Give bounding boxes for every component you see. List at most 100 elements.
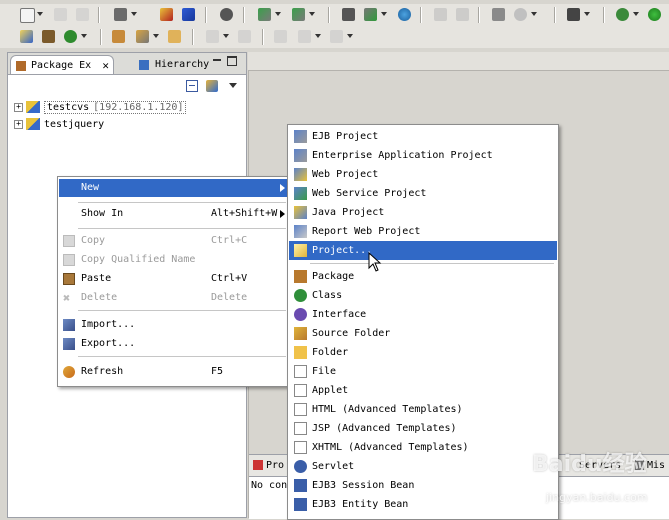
chevron-down-icon[interactable] (275, 12, 281, 16)
expand-icon[interactable]: + (14, 119, 23, 129)
menu-item-new[interactable]: New (59, 179, 289, 197)
submenu-item-ejb-project[interactable]: EJB Project (289, 127, 557, 146)
chevron-down-icon[interactable] (315, 34, 321, 38)
image-button[interactable] (512, 6, 529, 23)
menu-item-copy[interactable]: Copy Ctrl+C (59, 232, 289, 250)
chevron-down-icon[interactable] (131, 12, 137, 16)
cut-button[interactable] (432, 6, 449, 23)
submenu-item-java-project[interactable]: Java Project (289, 203, 557, 222)
file-icon (294, 365, 307, 378)
submenu-item-label: Web Service Project (312, 188, 427, 199)
project-tree: + testcvs [192.168.1.120] + testjquery (14, 99, 187, 133)
submenu-item-applet[interactable]: Applet (289, 381, 557, 400)
submenu-item-web-project[interactable]: Web Project (289, 165, 557, 184)
ejb-button[interactable] (158, 6, 175, 23)
expand-icon[interactable]: + (14, 102, 23, 112)
menu-item-paste[interactable]: Paste Ctrl+V (59, 270, 289, 288)
run-button[interactable] (646, 6, 663, 23)
save-button[interactable] (52, 6, 69, 23)
gear-debug-icon (616, 8, 629, 21)
menu-item-delete[interactable]: ✖ Delete Delete (59, 289, 289, 307)
project-name: testjquery (44, 119, 105, 130)
chevron-down-icon[interactable] (37, 12, 43, 16)
menu-item-copy-qualified-name[interactable]: Copy Qualified Name (59, 251, 289, 269)
tab-hierarchy[interactable]: Hierarchy (135, 55, 209, 74)
debug-button[interactable] (614, 6, 631, 23)
deploy-run-button[interactable] (362, 6, 379, 23)
submenu-item-package[interactable]: Package (289, 267, 557, 286)
package-button[interactable] (40, 28, 57, 45)
java-project-icon (294, 206, 307, 219)
submenu-item-html[interactable]: HTML (Advanced Templates) (289, 400, 557, 419)
submenu-item-ejb3-entity-bean[interactable]: EJB3 Entity Bean (289, 495, 557, 514)
submenu-item-xhtml[interactable]: XHTML (Advanced Templates) (289, 438, 557, 457)
pencil-button[interactable] (256, 6, 273, 23)
minimize-icon[interactable] (213, 59, 221, 61)
submenu-item-servlet[interactable]: Servlet (289, 457, 557, 476)
chevron-down-icon[interactable] (153, 34, 159, 38)
submenu-item-source-folder[interactable]: Source Folder (289, 324, 557, 343)
chevron-down-icon[interactable] (223, 34, 229, 38)
camera-button[interactable] (565, 6, 582, 23)
main-toolbar (0, 4, 669, 26)
collapse-all-icon[interactable] (186, 80, 198, 94)
submenu-item-class[interactable]: Class (289, 286, 557, 305)
chevron-down-icon[interactable] (633, 12, 639, 16)
nav-down-button[interactable] (204, 28, 221, 45)
refresh-run-button[interactable] (62, 28, 79, 45)
submenu-item-label: Project... (312, 245, 373, 256)
view-menu-icon[interactable] (229, 83, 237, 97)
chevron-down-icon[interactable] (381, 12, 387, 16)
chevron-down-icon[interactable] (531, 12, 537, 16)
chevron-down-icon[interactable] (584, 12, 590, 16)
properties-button[interactable] (490, 6, 507, 23)
edit-button[interactable] (134, 28, 151, 45)
chevron-down-icon[interactable] (309, 12, 315, 16)
deploy-button[interactable] (180, 6, 197, 23)
tab-label: Pro (266, 460, 285, 471)
submenu-item-web-service-project[interactable]: Web Service Project (289, 184, 557, 203)
link-editor-icon[interactable] (206, 80, 218, 94)
chevron-down-icon[interactable] (81, 34, 87, 38)
submenu-item-folder[interactable]: Folder (289, 343, 557, 362)
save-all-button[interactable] (74, 6, 91, 23)
menu-separator (310, 263, 554, 264)
back-button[interactable] (296, 28, 313, 45)
history-button[interactable] (272, 28, 289, 45)
applet-icon (294, 384, 307, 397)
tree-item-project[interactable]: + testjquery (14, 116, 186, 133)
browser-button[interactable] (396, 6, 413, 23)
submenu-item-ejb3-session-bean[interactable]: EJB3 Session Bean (289, 476, 557, 495)
folder-open-button[interactable] (166, 28, 183, 45)
submenu-item-file[interactable]: File (289, 362, 557, 381)
tree-item-project[interactable]: + testcvs [192.168.1.120] (14, 99, 187, 116)
menu-item-show-in[interactable]: Show In Alt+Shift+W (59, 205, 289, 223)
maximize-icon[interactable] (227, 56, 237, 66)
submenu-item-label: Package (312, 271, 355, 282)
close-icon[interactable]: ✕ (102, 56, 109, 75)
chevron-down-icon[interactable] (347, 34, 353, 38)
open-folder-button[interactable] (110, 28, 127, 45)
tab-problems[interactable]: Pro (253, 458, 284, 474)
submenu-item-jsp[interactable]: JSP (Advanced Templates) (289, 419, 557, 438)
web-button[interactable] (290, 6, 307, 23)
run-server-button[interactable] (340, 6, 357, 23)
pencil-icon (258, 8, 271, 21)
database-button[interactable] (218, 6, 235, 23)
submenu-item-interface[interactable]: Interface (289, 305, 557, 324)
toolbar-separator (243, 7, 244, 23)
palette-button[interactable] (454, 6, 471, 23)
open-type-button[interactable] (112, 6, 129, 23)
submenu-item-report-web-project[interactable]: Report Web Project (289, 222, 557, 241)
menu-item-import[interactable]: Import... (59, 316, 289, 334)
submenu-item-enterprise-application-project[interactable]: Enterprise Application Project (289, 146, 557, 165)
nav-up-button[interactable] (236, 28, 253, 45)
menu-item-export[interactable]: Export... (59, 335, 289, 353)
menu-item-refresh[interactable]: Refresh F5 (59, 363, 289, 381)
tab-package-explorer[interactable]: Package Ex ✕ (10, 55, 114, 74)
submenu-item-project[interactable]: Project... (289, 241, 557, 260)
new-project-button[interactable] (18, 28, 35, 45)
forward-button[interactable] (328, 28, 345, 45)
new-wizard-button[interactable] (18, 6, 35, 23)
menu-separator (78, 310, 286, 311)
